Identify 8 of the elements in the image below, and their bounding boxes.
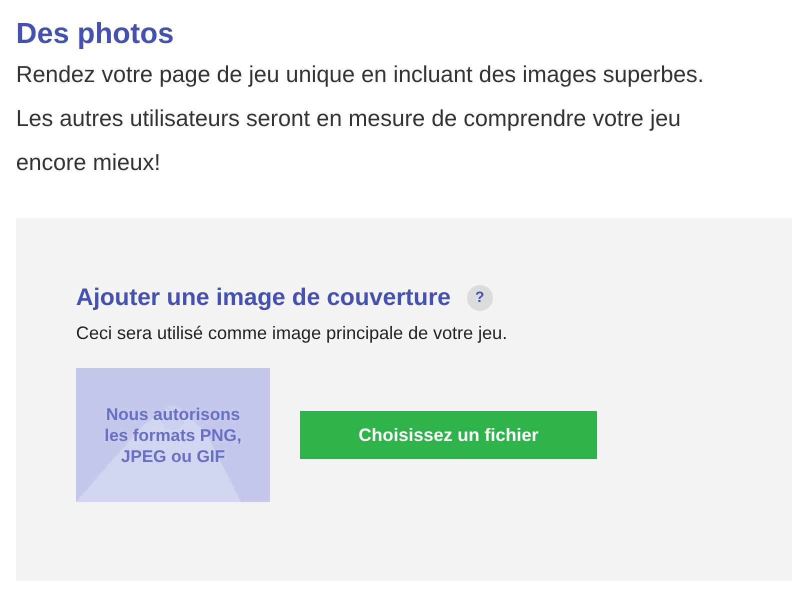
section-title: Des photos (16, 17, 175, 52)
image-dropzone[interactable]: Nous autorisons les formats PNG, JPEG ou GIF (76, 368, 270, 502)
choose-file-button[interactable]: Choisissez un fichier (300, 411, 597, 459)
format-hint: Nous autorisons les formats PNG, JPEG ou GIF (104, 404, 242, 466)
cover-title: Ajouter une image de couverture (76, 283, 451, 313)
section-description: Rendez votre page de jeu unique en incluant des images superbes. Les autres utilisateurs seront en mesure de comprendre votre jeu encore mieux! (16, 60, 705, 177)
help-icon[interactable]: ? (466, 285, 493, 311)
cover-description: Ceci sera utilisé comme image principale de votre jeu. (76, 322, 508, 345)
